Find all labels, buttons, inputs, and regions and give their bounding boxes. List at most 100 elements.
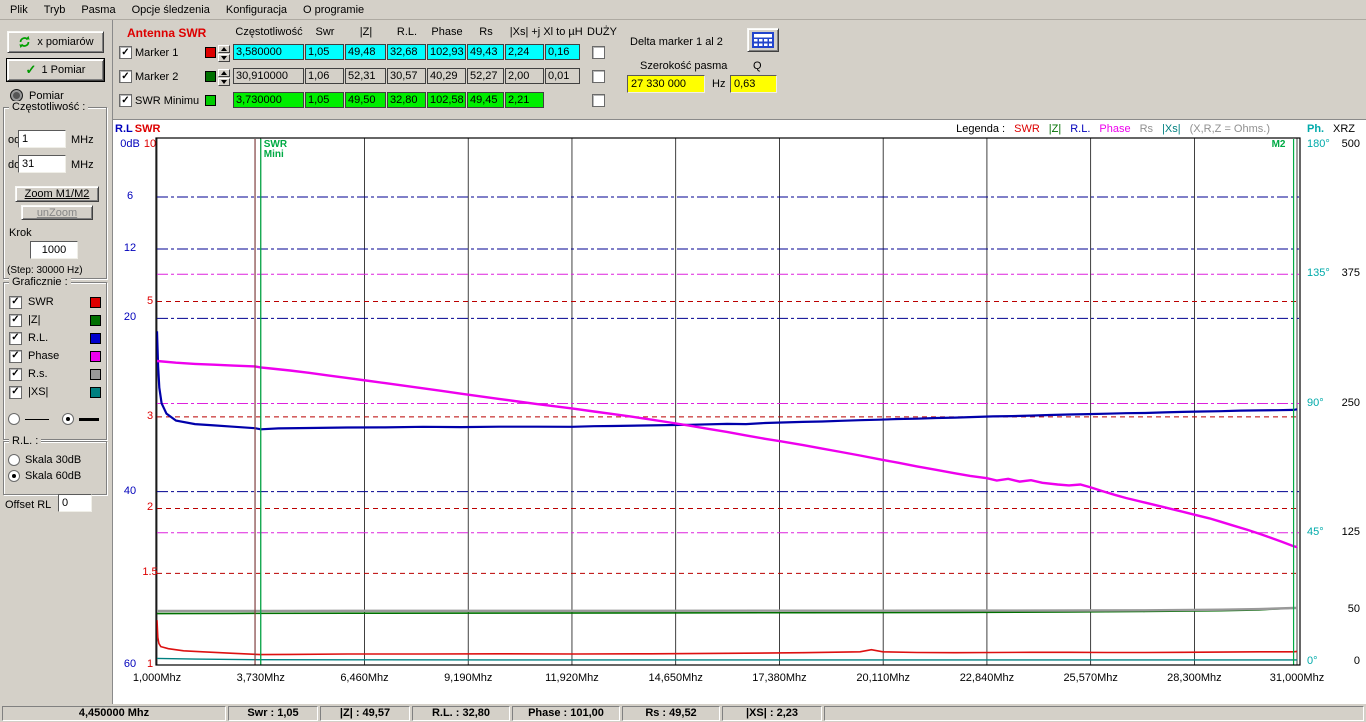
plot-area[interactable] [155,137,1302,667]
spinner-up[interactable] [218,69,230,77]
marker2-enable-checkbox[interactable]: ✓ [119,70,132,83]
delta-calculator-button[interactable] [747,28,779,52]
series-phase [157,361,1297,547]
series-label: R.s. [28,368,84,380]
marker1-enable-checkbox[interactable]: ✓ [119,46,132,59]
calculator-icon [752,32,774,48]
thick-line-sample-icon [79,418,99,421]
legend-item-swr: SWR [1014,123,1040,135]
spinner-down[interactable] [218,54,230,62]
legend-item-rl: R.L. [1070,123,1090,135]
column-header-du-y: DUŻY [573,26,631,38]
y-label-ohms-250: 250 [1333,397,1360,409]
marker2-freq-spinner[interactable] [218,69,230,86]
thick-line-radio[interactable] [62,413,74,425]
marker2-rs: 52,27 [467,68,504,84]
swr-min-rl: 32,80 [387,92,426,108]
y-label-ohms-500: 500 [1333,138,1360,150]
swr-min-z: 49,50 [345,92,386,108]
swr-min-duzy-checkbox[interactable] [592,94,605,107]
graph-toggle-swr[interactable]: ✓SWR [5,293,105,311]
graph-series-group: Graficznie : ✓SWR✓|Z|✓R.L.✓Phase✓R.s.✓|X… [3,282,107,440]
marker2-freq[interactable]: 30,910000 [233,68,304,84]
menu-tryb[interactable]: Tryb [36,2,74,18]
x-label-28-300mhz: 28,300Mhz [1162,672,1226,684]
marker1-duzy-checkbox[interactable] [592,46,605,59]
checkbox[interactable]: ✓ [9,368,22,381]
graph-toggle-r-s[interactable]: ✓ R.s. [5,365,105,383]
checkbox[interactable]: ✓ [9,314,22,327]
checkbox[interactable]: ✓ [9,386,22,399]
swr-axis-title: SWR [135,123,161,135]
spinner-up[interactable] [218,45,230,53]
status-segment-4: R.L. : 32,80 [412,706,510,721]
graph-toggle-z[interactable]: ✓ |Z| [5,311,105,329]
swr-min-freq[interactable]: 3,730000 [233,92,304,108]
freq-to-input[interactable]: 31 [18,155,66,173]
x-label-20-110mhz: 20,110Mhz [851,672,915,684]
unzoom-button[interactable]: unZoom [21,205,93,220]
xrz-axis-title: XRZ [1333,123,1355,135]
series-label: Phase [28,350,84,362]
line-style-selector [8,413,104,425]
mhz-label: MHz [71,159,94,171]
legend-item-xrz-ohms: (X,R,Z = Ohms.) [1190,123,1270,135]
radio-label: Skala 30dB [25,454,81,466]
krok-input[interactable]: 1000 [30,241,78,259]
freq-from-input[interactable]: 1 [18,130,66,148]
chart-region: R.LSWR Legenda : SWR|Z|R.L.PhaseRs|Xs|(X… [113,120,1366,704]
color-swatch [90,351,101,362]
y-label-swr-1.5: 1.5 [141,566,159,578]
y-label-ohms-125: 125 [1333,526,1360,538]
legend-label: Legenda : [956,123,1005,135]
bandwidth-input[interactable]: 27 330 000 [627,75,705,93]
y-label-phase-135: 135° [1307,267,1335,279]
thin-line-radio[interactable] [8,413,20,425]
spinner-down[interactable] [218,78,230,86]
marker1-swr: 1,05 [305,44,344,60]
radio-label: Skala 60dB [25,470,81,482]
x-pomiarow-button[interactable]: x pomiarów [7,31,104,53]
marker2-xl: 0,01 [545,68,580,84]
legend-item-z: |Z| [1049,123,1061,135]
swr-min-enable-checkbox[interactable]: ✓ [119,94,132,107]
rl-option-skala-30db[interactable]: Skala 30dB [8,452,104,468]
marker2-rl: 30,57 [387,68,426,84]
checkbox[interactable]: ✓ [9,332,22,345]
marker1-freq-spinner[interactable] [218,45,230,62]
marker2-duzy-checkbox[interactable] [592,70,605,83]
marker1-phase: 102,93 [427,44,466,60]
menu-konfiguracja[interactable]: Konfiguracja [218,2,295,18]
menu-o-programie[interactable]: O programie [295,2,372,18]
x-label-31-000mhz: 31,000Mhz [1265,672,1329,684]
menu-plik[interactable]: Plik [2,2,36,18]
offset-rl-input[interactable]: 0 [58,494,92,512]
marker1-color-swatch [205,47,216,58]
marker2-color-swatch [205,71,216,82]
q-input[interactable]: 0,63 [730,75,777,93]
checkbox[interactable]: ✓ [9,350,22,363]
series-label: |Z| [28,314,84,326]
mhz-label: MHz [71,134,94,146]
y-label-swr-1: 1 [141,658,159,670]
checkbox[interactable]: ✓ [9,296,22,309]
menu-opcje-ledzenia[interactable]: Opcje śledzenia [124,2,218,18]
legend: Legenda : SWR|Z|R.L.PhaseRs|Xs|(X,R,Z = … [956,123,1270,135]
y-label-swr-5: 5 [141,295,159,307]
hz-label: Hz [712,78,725,90]
rl-option-skala-60db[interactable]: Skala 60dB [8,468,104,484]
one-pomiar-button[interactable]: ✓ 1 Pomiar [7,59,104,81]
radio[interactable] [8,470,20,482]
graph-toggle-xs[interactable]: ✓|XS| [5,383,105,401]
marker1-freq[interactable]: 3,580000 [233,44,304,60]
thin-line-sample-icon [25,419,49,420]
y-label-rl-40: 40 [115,485,145,497]
graph-toggle-r-l[interactable]: ✓R.L. [5,329,105,347]
menu-pasma[interactable]: Pasma [73,2,123,18]
legend-item-xs: |Xs| [1162,123,1181,135]
y-label-swr-2: 2 [141,501,159,513]
radio[interactable] [8,454,20,466]
graph-toggle-phase[interactable]: ✓ Phase [5,347,105,365]
zoom-m1-m2-button[interactable]: Zoom M1/M2 [15,186,99,202]
marker2-swr: 1,06 [305,68,344,84]
